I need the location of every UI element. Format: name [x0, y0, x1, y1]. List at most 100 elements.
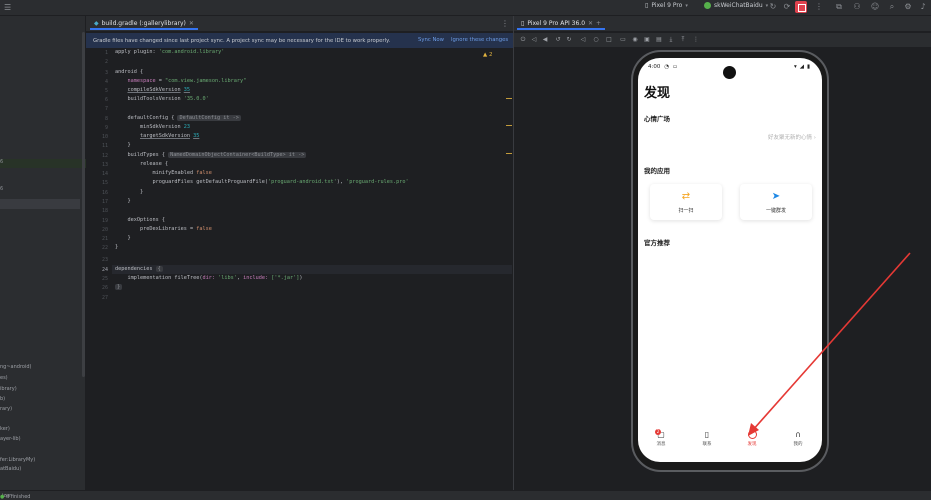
code-line: apply plugin: 'com.android.library': [115, 49, 225, 55]
line-number: 8: [104, 116, 108, 122]
screen-record-icon[interactable]: ▣: [643, 36, 651, 44]
more-tabs-icon[interactable]: ⋮: [500, 19, 510, 29]
add-device-tab-button[interactable]: +: [596, 20, 601, 27]
screenshot-icon[interactable]: ◉: [631, 36, 639, 44]
tree-marker: 6: [0, 159, 4, 165]
build-status[interactable]: ● d finished: [0, 494, 30, 500]
rerun-icon[interactable]: ↻: [768, 2, 778, 12]
line-number: 25: [101, 276, 108, 282]
scroll-marker[interactable]: [506, 153, 512, 154]
scroll-marker[interactable]: [506, 125, 512, 126]
device-manager-icon[interactable]: ⧉: [834, 2, 844, 12]
code-line: namespace = "com.view.jameson.library": [127, 78, 247, 84]
more-actions-icon[interactable]: ⋮: [814, 2, 824, 12]
status-time: 4:00: [648, 64, 661, 70]
line-number: 10: [101, 134, 108, 140]
tab-label: build.gradle (:gallerylibrary): [101, 19, 186, 27]
tree-item[interactable]: ng~android): [0, 364, 31, 370]
tree-item[interactable]: ker): [0, 426, 10, 432]
rotate-left-icon[interactable]: ↺: [554, 36, 562, 44]
export-icon[interactable]: ⤒: [679, 36, 687, 44]
notification-icon: ◔: [664, 64, 670, 70]
volume-down-icon[interactable]: ◀: [541, 36, 549, 44]
settings-icon[interactable]: ⚙: [903, 2, 913, 12]
tree-item[interactable]: ibrary): [0, 386, 17, 392]
warning-indicator[interactable]: ▲ 2: [483, 52, 492, 58]
tab-build-gradle[interactable]: ◆ build.gradle (:gallerylibrary) ✕: [90, 18, 198, 30]
recommend-heading: 官方推荐: [644, 239, 670, 247]
device-selector[interactable]: ▯ Pixel 9 Pro ▾: [645, 2, 688, 9]
contacts-icon: ▯: [704, 430, 710, 439]
mood-square-heading[interactable]: 心情广场: [644, 113, 670, 123]
code-line: preDexLibraries = false: [140, 226, 212, 232]
rotate-right-icon[interactable]: ↻: [565, 36, 573, 44]
ignore-changes-link[interactable]: Ignore these changes: [451, 37, 508, 43]
scroll-marker[interactable]: [506, 98, 512, 99]
tree-row-selected[interactable]: [0, 199, 80, 209]
code-line: minSdkVersion 23: [140, 124, 190, 130]
tree-item[interactable]: rary): [0, 406, 12, 412]
run-config-selector[interactable]: skWeiChatBaidu ▾: [704, 2, 768, 9]
tree-item[interactable]: b): [0, 396, 5, 402]
inlay-hint: NamedDomainObjectContainer<BuildType> it…: [168, 152, 307, 158]
power-icon[interactable]: ⏻: [519, 36, 527, 44]
status-bar-right: ▾ ◢ ▮: [794, 64, 810, 70]
nav-me[interactable]: ∩ 我的: [785, 430, 811, 447]
profile-icon[interactable]: ☺: [870, 2, 880, 12]
search-icon[interactable]: ⌕: [887, 2, 897, 12]
scan-card[interactable]: ⇄ 扫一扫: [650, 184, 722, 220]
layout-icon[interactable]: ▤: [655, 36, 663, 44]
phone-icon: ▯: [521, 19, 525, 27]
sync-now-link[interactable]: Sync Now: [418, 37, 444, 43]
broadcast-card[interactable]: ➤ 一键群发: [740, 184, 812, 220]
discover-icon: [747, 430, 757, 439]
inlay-hint: DefaultConfig it ->: [177, 115, 241, 121]
overview-icon[interactable]: □: [605, 36, 613, 44]
stop-button[interactable]: [795, 1, 807, 13]
build-status-text: d finished: [5, 494, 31, 500]
run-config-label: skWeiChatBaidu: [714, 2, 763, 9]
profile-icon: ∩: [795, 430, 801, 439]
mood-hint[interactable]: 好友聚无新的心情 ›: [768, 133, 816, 141]
device-screen[interactable]: 4:00 ◔ ▫ ▾ ◢ ▮ 发现 心情广场 好友聚无新的心情 › 我的应用 ⇄…: [638, 58, 822, 462]
import-icon[interactable]: ⤓: [667, 36, 675, 44]
close-icon[interactable]: ✕: [588, 20, 593, 27]
volume-up-icon[interactable]: ◁: [530, 36, 538, 44]
close-icon[interactable]: ✕: [189, 20, 194, 27]
tree-item[interactable]: ayer-lib): [0, 436, 21, 442]
line-number: 6: [104, 97, 108, 103]
line-number: 13: [101, 162, 108, 168]
line-number: 15: [101, 180, 108, 186]
tree-item[interactable]: fer:LibraryMy): [0, 457, 35, 463]
page-title: 发现: [644, 86, 671, 101]
notifications-icon[interactable]: ♪: [918, 2, 928, 12]
account-icon[interactable]: ⚇: [852, 2, 862, 12]
nav-messages[interactable]: ▢ 2 消息: [648, 429, 674, 447]
line-number: 22: [101, 245, 108, 251]
code-line: proguardFiles getDefaultProguardFile('pr…: [152, 179, 409, 185]
code-line: implementation fileTree(dir: 'libs', inc…: [127, 275, 303, 281]
hamburger-menu-icon[interactable]: ☰: [4, 3, 11, 12]
chevron-right-icon: ›: [813, 135, 816, 141]
nav-contacts[interactable]: ▯ 联系: [694, 430, 720, 447]
code-line: minifyEnabled false: [152, 170, 212, 176]
back-icon[interactable]: ◁: [579, 36, 587, 44]
debug-icon[interactable]: ⟳: [782, 2, 792, 12]
fold-icon[interactable]: ▭: [619, 36, 627, 44]
line-number: 1: [104, 50, 108, 56]
nav-label: 消息: [656, 442, 666, 447]
my-apps-heading: 我的应用: [644, 167, 670, 175]
tab-pixel-9-pro[interactable]: ▯ Pixel 9 Pro API 36.0 ✕ +: [517, 18, 606, 30]
signal-icon: ◢: [799, 64, 804, 70]
code-editor[interactable]: apply plugin: 'com.android.library' andr…: [112, 48, 512, 490]
project-panel-scrollbar[interactable]: [82, 32, 85, 377]
line-number: 24: [101, 267, 108, 273]
home-icon[interactable]: ○: [592, 36, 600, 44]
tree-item[interactable]: atBaidu): [0, 466, 21, 472]
more-options-icon[interactable]: ⋮: [692, 36, 700, 44]
send-icon: ➤: [771, 191, 781, 202]
code-line: }: [127, 235, 131, 241]
tree-item[interactable]: es): [0, 375, 8, 381]
line-number: 23: [101, 257, 108, 263]
nav-discover[interactable]: 发现: [739, 430, 765, 447]
